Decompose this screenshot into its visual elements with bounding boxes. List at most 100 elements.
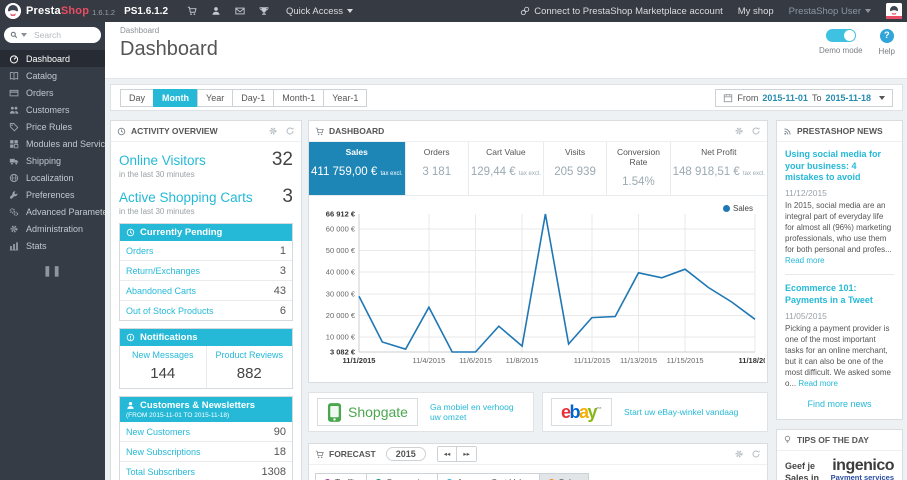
link-icon <box>521 6 530 16</box>
forecast-traffic-toggle[interactable]: Traffic <box>315 473 368 480</box>
forecast-avg-cart-toggle[interactable]: Average Cart Value <box>438 473 540 480</box>
refresh-icon[interactable] <box>285 126 295 136</box>
previous-year-button[interactable]: ◂◂ <box>437 447 457 461</box>
marketplace-link[interactable]: Connect to PrestaShop Marketplace accoun… <box>520 6 723 17</box>
my-shop-link[interactable]: My shop <box>738 6 774 17</box>
pending-orders-link[interactable]: Orders <box>126 246 154 256</box>
range-day-button[interactable]: Day <box>120 88 154 107</box>
pending-returns-link[interactable]: Return/Exchanges <box>126 266 200 276</box>
active-carts-link[interactable]: Active Shopping Carts <box>119 190 253 205</box>
ebay-link[interactable]: Start uw eBay-winkel vandaag <box>624 407 738 417</box>
active-carts-row: Active Shopping Carts 3 <box>119 186 293 208</box>
sidebar-item-modules[interactable]: Modules and Services <box>0 135 115 152</box>
read-more-link[interactable]: Read more <box>798 379 838 388</box>
next-year-button[interactable]: ▸▸ <box>456 447 476 461</box>
news-article: Ecommerce 101: Payments in a Tweet 11/05… <box>785 274 894 389</box>
user-menu[interactable]: PrestaShop User <box>789 6 871 17</box>
panel-title: FORECAST <box>329 449 376 459</box>
shopgate-ad[interactable]: Shopgate Ga mobiel en verhoog uw omzet <box>308 392 534 432</box>
caret-down-icon[interactable] <box>21 33 27 37</box>
sidebar-item-stats[interactable]: Stats <box>0 237 105 254</box>
total-subscribers-link[interactable]: Total Subscribers <box>126 467 195 477</box>
catalog-icon <box>9 71 19 80</box>
range-month-1-button[interactable]: Month-1 <box>273 88 324 107</box>
topbar: PrestaShop 1.6.1.2 PS1.6.1.2 Quick Acces… <box>0 0 907 22</box>
sidebar-collapse-button[interactable]: ❚❚ <box>0 266 105 277</box>
sidebar-search <box>4 27 101 43</box>
forecast-conversion-toggle[interactable]: Conversion <box>367 473 439 480</box>
table-row: Orders 1 <box>120 241 292 260</box>
sidebar-item-localization[interactable]: Localization <box>0 169 105 186</box>
sidebar-item-dashboard[interactable]: Dashboard <box>0 50 105 67</box>
search-input[interactable] <box>32 29 88 41</box>
date-range-picker[interactable]: From 2015-11-01 To 2015-11-18 <box>715 88 893 107</box>
svg-text:11/11/2015: 11/11/2015 <box>574 356 610 365</box>
sidebar-item-orders[interactable]: Orders <box>0 84 105 101</box>
currently-pending-section: Currently Pending Orders 1 Return/Exchang… <box>119 223 293 321</box>
shopgate-logo: Shopgate <box>317 398 418 426</box>
quick-access-menu[interactable]: Quick Access <box>286 6 354 17</box>
shop-name: PS1.6.1.2 <box>124 5 168 17</box>
svg-text:11/15/2015: 11/15/2015 <box>667 356 704 365</box>
gear-icon[interactable] <box>734 126 744 136</box>
kpi-sales[interactable]: Sales 411 759,00 € tax excl. <box>309 142 405 195</box>
sidebar-item-administration[interactable]: Administration <box>0 220 105 237</box>
advanced-parameters-icon <box>9 207 19 216</box>
svg-text:66 912 €: 66 912 € <box>326 210 356 219</box>
sidebar-item-price-rules[interactable]: Price Rules <box>0 118 105 135</box>
cart-icon[interactable] <box>180 6 204 16</box>
panel-title: ACTIVITY OVERVIEW <box>131 126 218 136</box>
kpi-net-profit[interactable]: Net Profit 148 918,51 € tax excl. <box>669 142 767 195</box>
new-messages-cell[interactable]: New Messages 144 <box>120 346 206 388</box>
kpi-visits[interactable]: Visits 205 939 <box>542 142 606 195</box>
chart-legend[interactable]: Sales <box>722 204 753 213</box>
kpi-orders[interactable]: Orders 3 181 <box>404 142 468 195</box>
table-row: Return/Exchanges 3 <box>120 260 292 280</box>
news-article-title[interactable]: Ecommerce 101: Payments in a Tweet <box>785 283 894 306</box>
new-customers-link[interactable]: New Customers <box>126 427 190 437</box>
range-day-1-button[interactable]: Day-1 <box>232 88 274 107</box>
user-icon[interactable] <box>204 6 228 16</box>
sidebar-item-preferences[interactable]: Preferences <box>0 186 105 203</box>
out-of-stock-link[interactable]: Out of Stock Products <box>126 306 214 316</box>
refresh-icon[interactable] <box>751 449 761 459</box>
sales-chart: Sales 66 912 € 60 000 € 50 000 € 40 000 € 30… <box>309 196 767 382</box>
stats-icon <box>9 241 19 250</box>
svg-text:20 000 €: 20 000 € <box>326 311 356 320</box>
envelope-icon[interactable] <box>228 6 252 16</box>
demo-mode-toggle[interactable] <box>825 29 856 42</box>
range-year-1-button[interactable]: Year-1 <box>323 88 368 107</box>
ebay-ad[interactable]: ebay™ Start uw eBay-winkel vandaag <box>542 392 768 432</box>
orders-icon <box>9 89 19 96</box>
forecast-sales-toggle[interactable]: Sales <box>539 473 589 480</box>
online-visitors-link[interactable]: Online Visitors <box>119 153 206 168</box>
calendar-icon <box>724 93 733 102</box>
kpi-cart-value[interactable]: Cart Value 129,44 € tax excl. <box>467 142 543 195</box>
news-article-title[interactable]: Using social media for your business: 4 … <box>785 149 894 184</box>
gear-icon[interactable] <box>734 449 744 459</box>
find-more-news-link[interactable]: Find more news <box>785 399 894 409</box>
sidebar-item-advanced-parameters[interactable]: Advanced Parameters <box>0 203 115 220</box>
sidebar-item-customers[interactable]: Customers <box>0 101 105 118</box>
product-reviews-cell[interactable]: Product Reviews 882 <box>205 346 293 388</box>
new-subscriptions-link[interactable]: New Subscriptions <box>126 447 201 457</box>
trophy-icon[interactable] <box>252 6 276 16</box>
page-header: Dashboard Dashboard Demo mode ? Help <box>105 22 907 79</box>
svg-text:60 000 €: 60 000 € <box>326 224 356 233</box>
svg-text:11/6/2015: 11/6/2015 <box>459 356 492 365</box>
gear-icon[interactable] <box>268 126 278 136</box>
refresh-icon[interactable] <box>751 126 761 136</box>
avatar[interactable] <box>886 3 902 19</box>
svg-text:11/1/2015: 11/1/2015 <box>343 356 376 365</box>
read-more-link[interactable]: Read more <box>785 256 825 265</box>
shopgate-phone-icon <box>327 402 342 422</box>
range-month-button[interactable]: Month <box>153 88 198 107</box>
help-icon[interactable]: ? <box>879 29 894 43</box>
shopgate-link[interactable]: Ga mobiel en verhoog uw omzet <box>430 402 525 422</box>
abandoned-carts-link[interactable]: Abandoned Carts <box>126 286 196 296</box>
range-year-button[interactable]: Year <box>197 88 233 107</box>
sidebar-item-shipping[interactable]: Shipping <box>0 152 105 169</box>
kpi-conversion-rate[interactable]: Conversion Rate 1.54% <box>606 142 669 195</box>
caret-down-icon <box>347 8 354 13</box>
sidebar-item-catalog[interactable]: Catalog <box>0 67 105 84</box>
